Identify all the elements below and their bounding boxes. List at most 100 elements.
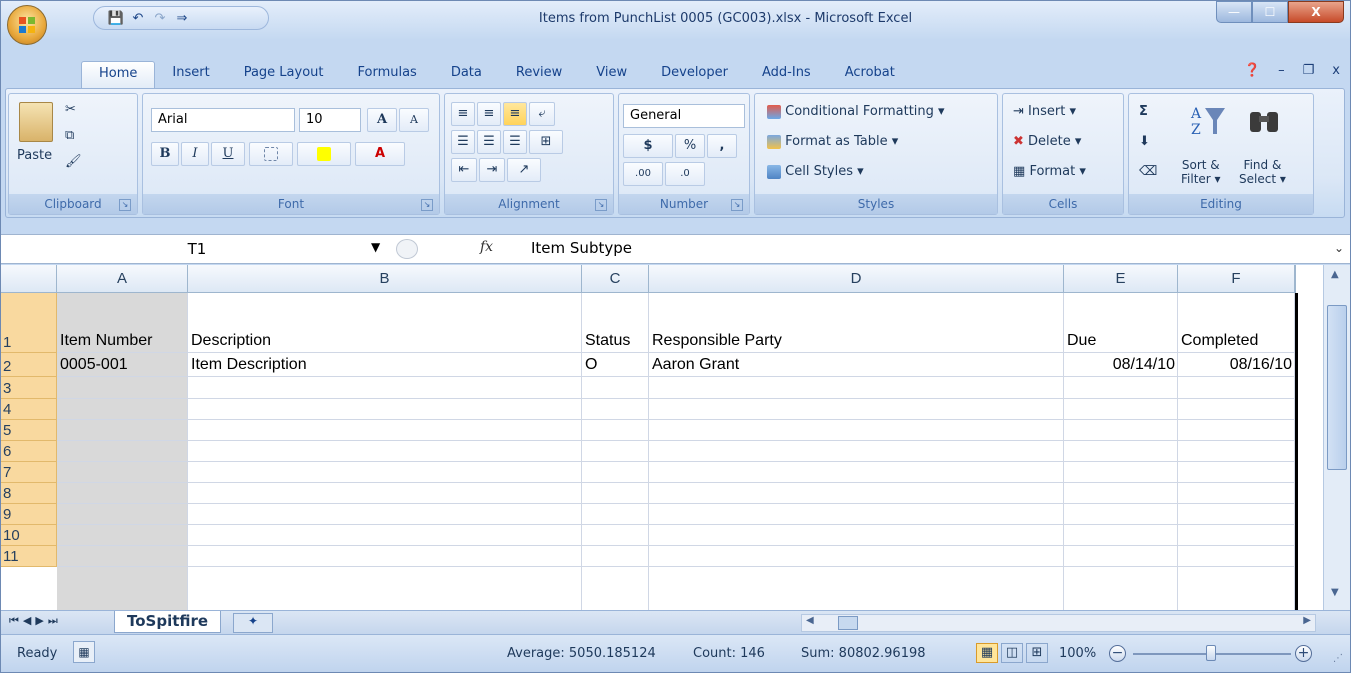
decrease-decimal-button[interactable]: .0 xyxy=(665,162,705,186)
name-box[interactable]: T1 xyxy=(7,237,387,261)
find-select-button[interactable]: Find & Select ▾ xyxy=(1239,158,1286,186)
column-header-b[interactable]: B xyxy=(188,265,582,293)
align-bottom-icon[interactable]: ≡ xyxy=(503,102,527,126)
cell-a1[interactable]: Item Number xyxy=(57,332,188,350)
font-color-button[interactable]: A xyxy=(355,142,405,166)
row-header-10[interactable]: 10 xyxy=(1,525,57,546)
italic-button[interactable]: I xyxy=(181,142,209,166)
align-left-icon[interactable]: ☰ xyxy=(451,130,475,154)
expand-formula-bar-icon[interactable]: ⌄ xyxy=(1334,241,1344,255)
row-header-1[interactable]: 1 xyxy=(1,293,57,353)
shrink-font-button[interactable]: A xyxy=(399,108,429,132)
format-cells-button[interactable]: ▦ Format ▾ xyxy=(1013,164,1086,179)
zoom-in-icon[interactable]: + xyxy=(1295,645,1312,662)
tab-acrobat[interactable]: Acrobat xyxy=(828,61,912,89)
cell-d1[interactable]: Responsible Party xyxy=(649,332,1064,350)
fx-icon[interactable]: fx xyxy=(480,239,493,255)
row-header-2[interactable]: 2 xyxy=(1,353,57,377)
number-launcher-icon[interactable]: ↘ xyxy=(731,199,743,211)
align-center-icon[interactable]: ☰ xyxy=(477,130,501,154)
row-header-4[interactable]: 4 xyxy=(1,399,57,420)
fill-icon[interactable]: ⬇ xyxy=(1139,134,1150,149)
tab-review[interactable]: Review xyxy=(499,61,579,89)
increase-decimal-button[interactable]: .00 xyxy=(623,162,663,186)
font-launcher-icon[interactable]: ↘ xyxy=(421,199,433,211)
align-right-icon[interactable]: ☰ xyxy=(503,130,527,154)
row-header-8[interactable]: 8 xyxy=(1,483,57,504)
formula-value[interactable]: Item Subtype xyxy=(531,239,632,257)
cell-c1[interactable]: Status xyxy=(582,332,649,350)
formula-bar-sizer-icon[interactable] xyxy=(396,239,418,259)
cell-b1[interactable]: Description xyxy=(188,332,582,350)
tab-formulas[interactable]: Formulas xyxy=(340,61,433,89)
cell-a2[interactable]: 0005-001 xyxy=(57,356,188,374)
tab-home[interactable]: Home xyxy=(81,61,156,89)
format-as-table-button[interactable]: Format as Table ▾ xyxy=(767,134,898,149)
close-button[interactable]: X xyxy=(1288,1,1344,23)
cell-styles-button[interactable]: Cell Styles ▾ xyxy=(767,164,864,179)
row-header-6[interactable]: 6 xyxy=(1,441,57,462)
ribbon-restore-icon[interactable]: ❐ xyxy=(1303,63,1315,78)
page-layout-view-icon[interactable]: ◫ xyxy=(1001,643,1023,663)
scroll-up-icon[interactable]: ▲ xyxy=(1331,269,1339,280)
sort-filter-icon[interactable]: AZ xyxy=(1187,102,1227,138)
fill-color-button[interactable] xyxy=(297,142,351,166)
ribbon-close-icon[interactable]: x xyxy=(1332,63,1340,78)
page-break-view-icon[interactable]: ⊞ xyxy=(1026,643,1048,663)
horizontal-scrollbar[interactable]: ◀ ▶ xyxy=(801,614,1316,632)
orientation-icon[interactable]: ↗ xyxy=(507,158,541,182)
scroll-left-icon[interactable]: ◀ xyxy=(806,615,814,626)
ribbon-minimize-icon[interactable]: – xyxy=(1278,63,1285,78)
comma-button[interactable]: , xyxy=(707,134,737,158)
row-header-11[interactable]: 11 xyxy=(1,546,57,567)
cell-f2[interactable]: 08/16/10 xyxy=(1178,356,1295,374)
tab-view[interactable]: View xyxy=(579,61,644,89)
insert-cells-button[interactable]: ⇥ Insert ▾ xyxy=(1013,104,1076,119)
cell-c2[interactable]: O xyxy=(582,356,649,374)
number-format-select[interactable]: General xyxy=(623,104,745,128)
sheet-tab-tospitfire[interactable]: ToSpitfire xyxy=(114,611,222,633)
merge-center-icon[interactable]: ⊞ xyxy=(529,130,563,154)
scroll-right-icon[interactable]: ▶ xyxy=(1303,615,1311,626)
delete-cells-button[interactable]: ✖ Delete ▾ xyxy=(1013,134,1081,149)
office-button[interactable] xyxy=(7,5,47,45)
column-header-f[interactable]: F xyxy=(1178,265,1295,293)
underline-button[interactable]: U xyxy=(211,142,245,166)
sheet-nav-icons[interactable]: ⏮◀▶⏭ xyxy=(9,614,62,628)
tab-add-ins[interactable]: Add-Ins xyxy=(745,61,828,89)
zoom-out-icon[interactable]: − xyxy=(1109,645,1126,662)
binoculars-icon[interactable] xyxy=(1247,102,1281,138)
vertical-scrollbar[interactable]: ▲ ▼ xyxy=(1323,265,1350,610)
clipboard-launcher-icon[interactable]: ↘ xyxy=(119,199,131,211)
column-header-d[interactable]: D xyxy=(649,265,1064,293)
column-header-a[interactable]: A xyxy=(57,265,188,293)
scroll-down-icon[interactable]: ▼ xyxy=(1331,587,1339,598)
sort-filter-button[interactable]: Sort & Filter ▾ xyxy=(1181,158,1221,186)
row-header-9[interactable]: 9 xyxy=(1,504,57,525)
cell-e2[interactable]: 08/14/10 xyxy=(1064,356,1178,374)
macro-record-icon[interactable]: ▦ xyxy=(73,641,95,663)
zoom-slider-thumb[interactable] xyxy=(1206,645,1216,661)
paste-icon[interactable] xyxy=(19,102,53,142)
horizontal-scroll-thumb[interactable] xyxy=(838,616,858,630)
column-header-c[interactable]: C xyxy=(582,265,649,293)
decrease-indent-icon[interactable]: ⇤ xyxy=(451,158,477,182)
font-size-select[interactable]: 10 xyxy=(299,108,361,132)
column-header-e[interactable]: E xyxy=(1064,265,1178,293)
currency-button[interactable]: $ xyxy=(623,134,673,158)
insert-sheet-icon[interactable]: ✦ xyxy=(233,613,273,633)
wrap-text-icon[interactable]: ⤶ xyxy=(529,102,555,126)
maximize-button[interactable]: ☐ xyxy=(1252,1,1288,23)
autosum-button[interactable]: Σ xyxy=(1139,104,1148,119)
cell-f1[interactable]: Completed xyxy=(1178,332,1295,350)
copy-icon[interactable]: ⧉ xyxy=(65,128,74,143)
borders-button[interactable] xyxy=(249,142,293,166)
format-painter-icon[interactable]: 🖌 xyxy=(65,154,82,169)
resize-grip-icon[interactable]: ⋰ xyxy=(1333,653,1343,664)
help-icon[interactable]: ❓ xyxy=(1244,63,1260,78)
cut-icon[interactable]: ✂ xyxy=(65,102,76,117)
customize-qat-icon[interactable]: ⇒ xyxy=(172,11,192,26)
percent-button[interactable]: % xyxy=(675,134,705,158)
conditional-formatting-button[interactable]: Conditional Formatting ▾ xyxy=(767,104,945,119)
zoom-level[interactable]: 100% xyxy=(1059,646,1096,661)
